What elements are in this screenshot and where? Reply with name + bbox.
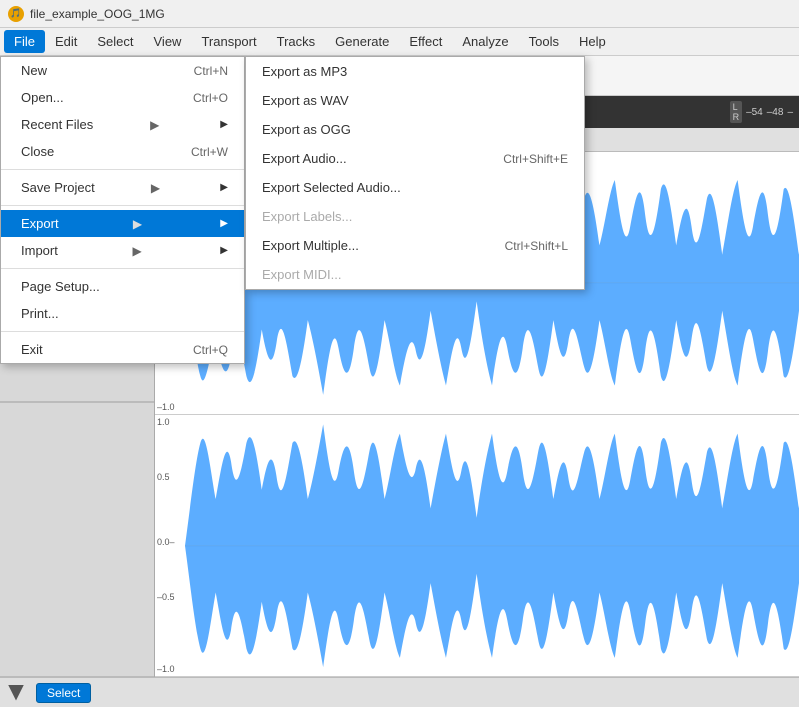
menu-effect[interactable]: Effect bbox=[399, 30, 452, 53]
export-ogg-label: Export as OGG bbox=[262, 122, 351, 137]
menu-item-open-label: Open... bbox=[21, 90, 64, 105]
menu-item-print[interactable]: Print... bbox=[1, 300, 244, 327]
menu-item-open-shortcut: Ctrl+O bbox=[193, 91, 228, 105]
menu-bar: File Edit Select View Transport Tracks G… bbox=[0, 28, 799, 56]
export-selected-audio-label: Export Selected Audio... bbox=[262, 180, 401, 195]
arrow-icon bbox=[8, 685, 24, 701]
bottom-bar: Select bbox=[0, 677, 799, 707]
menu-file[interactable]: File bbox=[4, 30, 45, 53]
menu-tracks[interactable]: Tracks bbox=[267, 30, 326, 53]
export-audio-shortcut: Ctrl+Shift+E bbox=[503, 152, 568, 166]
menu-item-print-label: Print... bbox=[21, 306, 59, 321]
menu-select[interactable]: Select bbox=[87, 30, 143, 53]
menu-item-save-project-arrow: ▶ bbox=[151, 181, 160, 195]
select-button[interactable]: Select bbox=[36, 683, 91, 703]
track-2-scale-neg-one: –1.0 bbox=[157, 664, 175, 674]
menu-item-exit-shortcut: Ctrl+Q bbox=[193, 343, 228, 357]
scale-tail: – bbox=[787, 107, 793, 118]
export-midi: Export MIDI... bbox=[246, 260, 584, 289]
menu-transport[interactable]: Transport bbox=[191, 30, 266, 53]
export-selected-audio[interactable]: Export Selected Audio... bbox=[246, 173, 584, 202]
title-bar: 🎵 file_example_OOG_1MG bbox=[0, 0, 799, 28]
export-ogg[interactable]: Export as OGG bbox=[246, 115, 584, 144]
track-2-wave[interactable]: 1.0 0.5 0.0– –0.5 –1.0 bbox=[155, 415, 799, 678]
scale-neg48: –48 bbox=[767, 107, 784, 118]
menu-generate[interactable]: Generate bbox=[325, 30, 399, 53]
menu-item-exit-label: Exit bbox=[21, 342, 43, 357]
file-menu-sep-4 bbox=[1, 331, 244, 332]
track-2-scale-top: 1.0 bbox=[157, 417, 170, 427]
menu-item-new-shortcut: Ctrl+N bbox=[194, 64, 228, 78]
menu-item-close-shortcut: Ctrl+W bbox=[191, 145, 228, 159]
scale-neg54: –54 bbox=[746, 107, 763, 118]
menu-help[interactable]: Help bbox=[569, 30, 616, 53]
menu-item-open[interactable]: Open... Ctrl+O bbox=[1, 84, 244, 111]
export-audio[interactable]: Export Audio... Ctrl+Shift+E bbox=[246, 144, 584, 173]
menu-item-export[interactable]: Export ▶ bbox=[1, 210, 244, 237]
export-submenu: Export as MP3 Export as WAV Export as OG… bbox=[245, 56, 585, 290]
menu-analyze[interactable]: Analyze bbox=[452, 30, 518, 53]
file-menu-sep-1 bbox=[1, 169, 244, 170]
menu-item-import[interactable]: Import ▶ bbox=[1, 237, 244, 264]
export-mp3-label: Export as MP3 bbox=[262, 64, 347, 79]
track-2-info bbox=[0, 402, 154, 677]
menu-item-save-project-label: Save Project bbox=[21, 180, 95, 195]
menu-item-new[interactable]: New Ctrl+N bbox=[1, 57, 244, 84]
track-2-scale-zero: 0.0– bbox=[157, 537, 175, 547]
file-menu-sep-3 bbox=[1, 268, 244, 269]
file-menu-sep-2 bbox=[1, 205, 244, 206]
menu-item-save-project[interactable]: Save Project ▶ bbox=[1, 174, 244, 201]
menu-view[interactable]: View bbox=[144, 30, 192, 53]
menu-item-page-setup-label: Page Setup... bbox=[21, 279, 100, 294]
export-midi-label: Export MIDI... bbox=[262, 267, 341, 282]
track-2-wave-svg bbox=[185, 415, 799, 677]
menu-tools[interactable]: Tools bbox=[519, 30, 569, 53]
export-multiple[interactable]: Export Multiple... Ctrl+Shift+L bbox=[246, 231, 584, 260]
menu-item-recent-label: Recent Files bbox=[21, 117, 93, 132]
export-multiple-shortcut: Ctrl+Shift+L bbox=[505, 239, 568, 253]
menu-item-close[interactable]: Close Ctrl+W bbox=[1, 138, 244, 165]
export-labels-label: Export Labels... bbox=[262, 209, 352, 224]
menu-item-recent-arrow: ▶ bbox=[150, 118, 159, 132]
menu-item-new-label: New bbox=[21, 63, 47, 78]
menu-item-exit[interactable]: Exit Ctrl+Q bbox=[1, 336, 244, 363]
track-2-scale-half: 0.5 bbox=[157, 472, 170, 482]
file-menu: New Ctrl+N Open... Ctrl+O Recent Files ▶… bbox=[0, 56, 245, 364]
lr-badge: LR bbox=[730, 101, 743, 123]
menu-edit[interactable]: Edit bbox=[45, 30, 87, 53]
export-mp3[interactable]: Export as MP3 bbox=[246, 57, 584, 86]
track-1-scale-neg-one: –1.0 bbox=[157, 402, 175, 412]
export-wav[interactable]: Export as WAV bbox=[246, 86, 584, 115]
export-multiple-label: Export Multiple... bbox=[262, 238, 359, 253]
menu-item-export-arrow: ▶ bbox=[133, 217, 142, 231]
track-2-scale-neg-half: –0.5 bbox=[157, 592, 175, 602]
menu-item-import-label: Import bbox=[21, 243, 58, 258]
menu-item-page-setup[interactable]: Page Setup... bbox=[1, 273, 244, 300]
export-labels: Export Labels... bbox=[246, 202, 584, 231]
export-audio-label: Export Audio... bbox=[262, 151, 347, 166]
menu-item-recent[interactable]: Recent Files ▶ bbox=[1, 111, 244, 138]
menu-item-export-label: Export bbox=[21, 216, 59, 231]
menu-item-import-arrow: ▶ bbox=[132, 244, 141, 258]
app-icon: 🎵 bbox=[8, 6, 24, 22]
menu-item-close-label: Close bbox=[21, 144, 54, 159]
title-text: file_example_OOG_1MG bbox=[30, 7, 165, 21]
export-wav-label: Export as WAV bbox=[262, 93, 349, 108]
